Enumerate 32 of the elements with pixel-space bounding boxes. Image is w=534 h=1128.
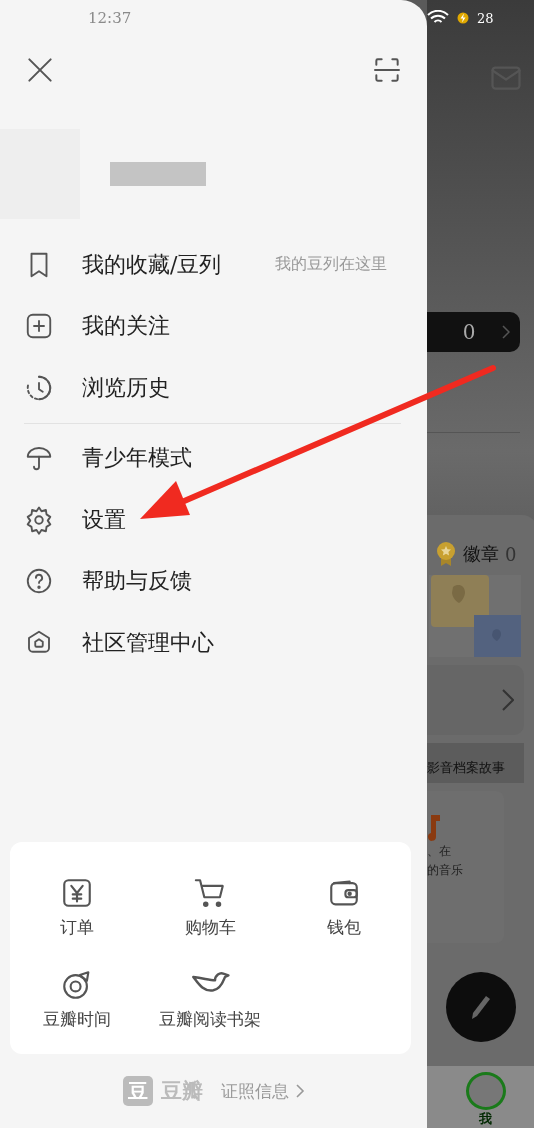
shortcut-item[interactable]: 购物车 bbox=[143, 860, 278, 940]
chevron-icon bbox=[501, 325, 510, 339]
menu-hint: 我的豆列在这里 bbox=[275, 254, 388, 276]
music-note-icon bbox=[427, 813, 441, 841]
menu-item[interactable]: 我的收藏/豆列 bbox=[0, 234, 228, 296]
menu-item[interactable]: 青少年模式 bbox=[0, 427, 198, 489]
status-time: 12:37 bbox=[88, 9, 132, 27]
menu-item[interactable]: 社区管理中心 bbox=[0, 612, 220, 674]
count-pill[interactable]: 0 bbox=[427, 312, 520, 352]
badge-label: 徽章 bbox=[463, 542, 499, 566]
menu-item[interactable]: 设置 bbox=[0, 489, 132, 551]
battery-level: 28 bbox=[477, 10, 494, 26]
shortcut-item[interactable]: 钱包 bbox=[277, 860, 411, 940]
shortcut-item[interactable]: 豆瓣时间 bbox=[10, 952, 144, 1032]
menu-item[interactable]: 浏览历史 bbox=[0, 357, 176, 419]
card-text: 、在 bbox=[427, 843, 452, 860]
strip-text: 影音档案故事 bbox=[427, 760, 505, 775]
gear-icon bbox=[24, 504, 54, 535]
card-text: 的音乐 bbox=[427, 862, 464, 879]
menu-item[interactable]: 帮助与反馈 bbox=[0, 550, 198, 612]
badge-count: 0 bbox=[505, 543, 517, 565]
shortcut-item[interactable]: 订单 bbox=[10, 860, 144, 940]
shortcut-item[interactable]: 豆瓣阅读书架 bbox=[143, 952, 278, 1032]
chevron-icon bbox=[501, 689, 514, 711]
chevron-icon bbox=[294, 1083, 305, 1099]
pen-icon bbox=[470, 995, 491, 1019]
medal-icon bbox=[435, 541, 457, 567]
logo-text: 豆瓣 bbox=[160, 1077, 203, 1105]
menu-item[interactable]: 我的关注 bbox=[0, 295, 176, 357]
logo-mark: 豆 bbox=[122, 1076, 153, 1106]
profile-card[interactable] bbox=[427, 665, 524, 735]
charging-icon bbox=[457, 12, 469, 24]
